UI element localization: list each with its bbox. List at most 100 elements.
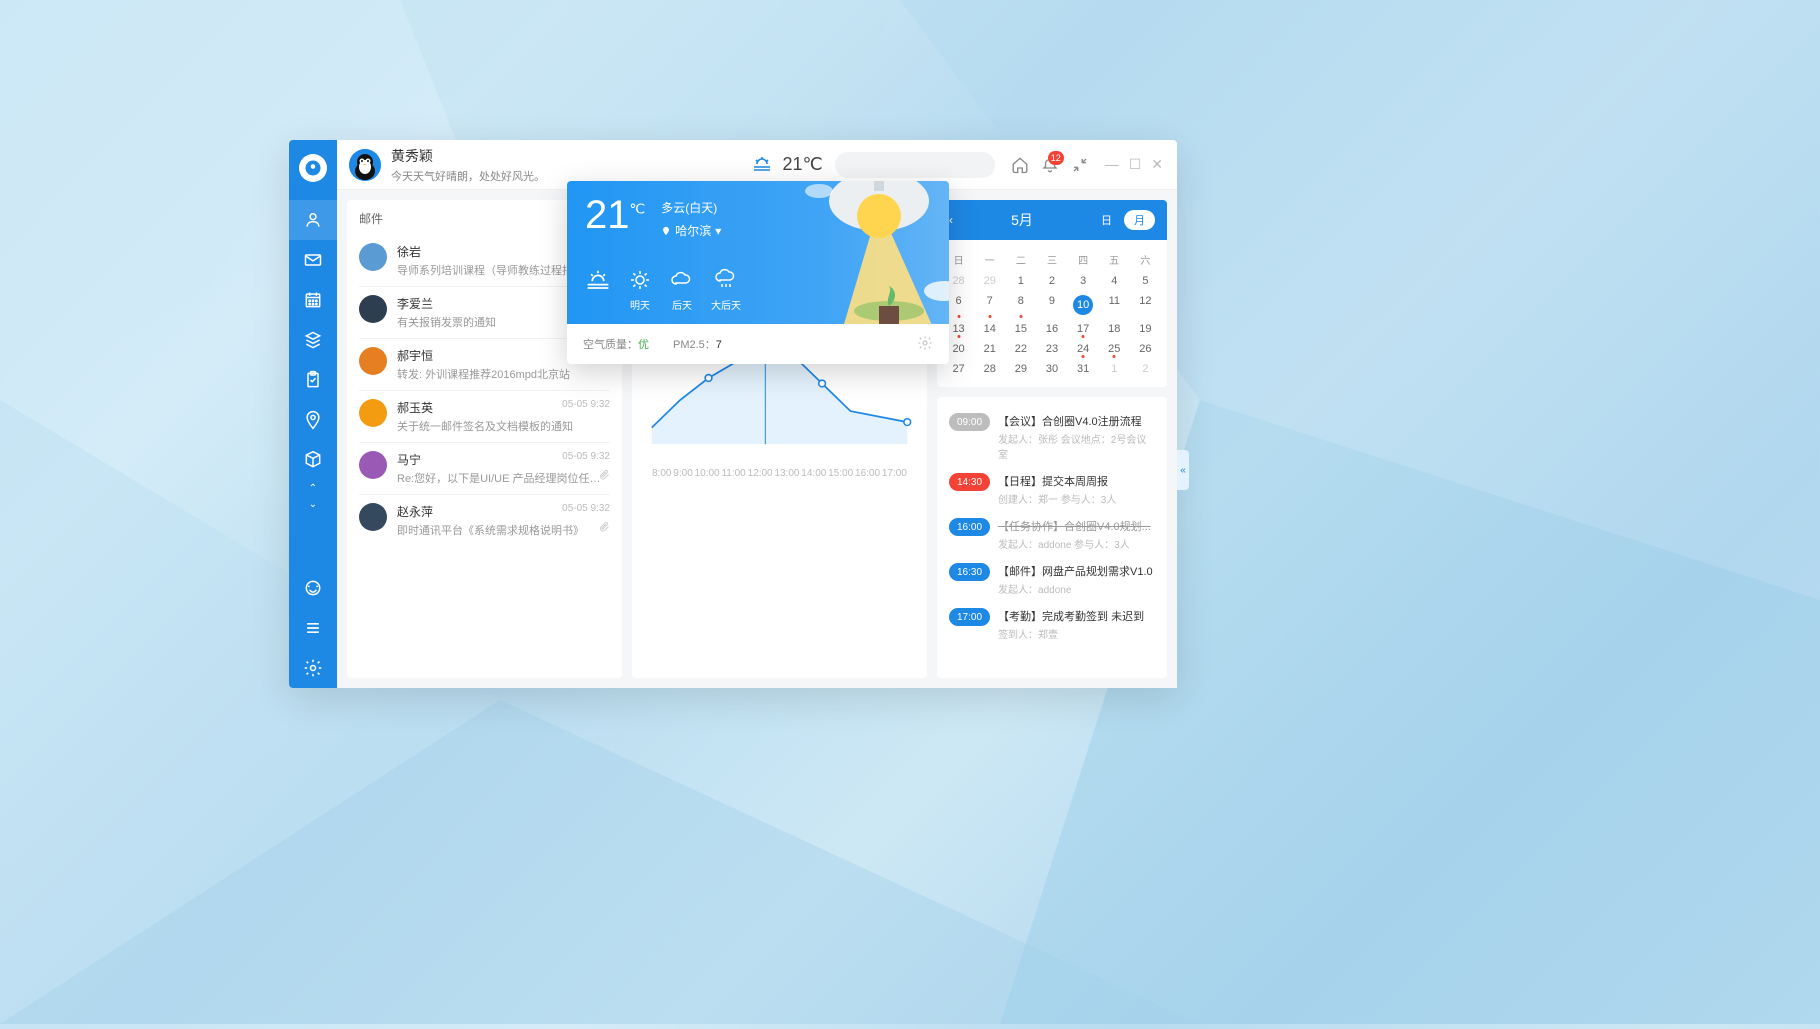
calendar-weekday: 三 xyxy=(1036,248,1067,271)
nav-contacts-icon[interactable] xyxy=(289,200,337,240)
notification-icon[interactable]: 12 xyxy=(1038,153,1062,177)
calendar-day[interactable]: 2 xyxy=(1130,359,1161,379)
sun-haze-icon xyxy=(583,265,613,295)
calendar-day[interactable]: 29 xyxy=(974,271,1005,291)
window-close-icon[interactable]: ✕ xyxy=(1151,156,1163,173)
nav-mail-icon[interactable] xyxy=(289,240,337,280)
calendar-day[interactable]: 18 xyxy=(1099,319,1130,339)
nav-settings-icon[interactable] xyxy=(289,648,337,688)
forecast-day-label: 明天 xyxy=(630,297,650,312)
home-icon[interactable] xyxy=(1008,153,1032,177)
calendar-day[interactable]: 14 xyxy=(974,319,1005,339)
agenda-item[interactable]: 09:00 【会议】合创圈V4.0注册流程 发起人：张彤 会议地点：2号会议室 xyxy=(949,407,1155,467)
mail-subject: 关于统一邮件签名及文档模板的通知 xyxy=(397,418,610,434)
weather-forecast-day[interactable]: 后天 xyxy=(669,267,695,312)
calendar-day[interactable]: 1 xyxy=(1099,359,1130,379)
calendar-day[interactable]: 11 xyxy=(1099,291,1130,319)
weather-location[interactable]: 哈尔滨 ▾ xyxy=(661,222,721,239)
nav-collapse-down-icon[interactable]: ⌄ xyxy=(289,496,337,512)
nav-clipboard-icon[interactable] xyxy=(289,360,337,400)
calendar-day[interactable]: 7 xyxy=(974,291,1005,319)
calendar-day[interactable]: 25 xyxy=(1099,339,1130,359)
mail-avatar xyxy=(359,451,387,479)
chart-x-label: 14:00 xyxy=(801,468,826,479)
calendar-day[interactable]: 17 xyxy=(1068,319,1099,339)
collapse-icon[interactable] xyxy=(1068,153,1092,177)
chart-x-label: 16:00 xyxy=(855,468,880,479)
weather-widget[interactable]: 21℃ xyxy=(750,153,822,177)
chart-x-label: 15:00 xyxy=(828,468,853,479)
window-maximize-icon[interactable]: ☐ xyxy=(1129,156,1142,173)
agenda-title: 【邮件】网盘产品规划需求V1.0 xyxy=(998,563,1155,579)
forecast-day-label: 大后天 xyxy=(711,297,741,312)
calendar-day[interactable]: 31 xyxy=(1068,359,1099,379)
cloud-rain-icon xyxy=(713,267,739,293)
nav-cube-icon[interactable] xyxy=(289,440,337,480)
weather-forecast-day[interactable]: 明天 xyxy=(627,267,653,312)
calendar-day[interactable]: 5 xyxy=(1130,271,1161,291)
agenda-item[interactable]: 16:00 【任务协作】合创圈V4.0规划... 发起人：addone 参与人：… xyxy=(949,512,1155,557)
mail-avatar xyxy=(359,503,387,531)
mail-item[interactable]: 马宁 Re:您好，以下是UI/UE 产品经理岗位任职标准 05-05 9:32 xyxy=(359,443,610,495)
calendar-weekday: 二 xyxy=(1005,248,1036,271)
agenda-item[interactable]: 16:30 【邮件】网盘产品规划需求V1.0 发起人：addone xyxy=(949,557,1155,602)
calendar-day[interactable]: 9 xyxy=(1036,291,1067,319)
weather-settings-icon[interactable] xyxy=(917,335,933,354)
app-logo[interactable] xyxy=(299,154,327,182)
calendar-day[interactable]: 2 xyxy=(1036,271,1067,291)
weather-pm25: PM2.5：7 xyxy=(673,336,722,352)
calendar-day[interactable]: 10 xyxy=(1068,291,1099,319)
agenda-time: 16:30 xyxy=(949,563,990,581)
weather-popover: 21℃ 多云(白天) 哈尔滨 ▾ 明天 后天 大后天 xyxy=(567,181,949,364)
calendar-day[interactable]: 21 xyxy=(974,339,1005,359)
calendar-day[interactable]: 28 xyxy=(974,359,1005,379)
calendar-day[interactable]: 4 xyxy=(1099,271,1130,291)
window-minimize-icon[interactable]: — xyxy=(1105,156,1119,173)
agenda-item[interactable]: 17:00 【考勤】完成考勤签到 未迟到 签到人：郑壹 xyxy=(949,602,1155,647)
weather-temp: 21℃ xyxy=(585,195,645,235)
agenda-time: 14:30 xyxy=(949,473,990,491)
calendar-day[interactable]: 8 xyxy=(1005,291,1036,319)
mail-time: 05-05 9:32 xyxy=(562,451,610,462)
mail-subject: Re:您好，以下是UI/UE 产品经理岗位任职标准 xyxy=(397,470,610,486)
header-temp: 21℃ xyxy=(782,154,822,175)
calendar-day[interactable]: 16 xyxy=(1036,319,1067,339)
calendar-day[interactable]: 24 xyxy=(1068,339,1099,359)
calendar-day[interactable]: 3 xyxy=(1068,271,1099,291)
weather-forecast-day[interactable] xyxy=(585,267,611,312)
calendar-day[interactable]: 19 xyxy=(1130,319,1161,339)
calendar-day[interactable]: 23 xyxy=(1036,339,1067,359)
agenda-meta: 发起人：addone xyxy=(998,581,1155,596)
mail-item[interactable]: 郝玉英 关于统一邮件签名及文档模板的通知 05-05 9:32 xyxy=(359,391,610,443)
nav-collapse-up-icon[interactable]: ⌃ xyxy=(289,480,337,496)
calendar-day[interactable]: 12 xyxy=(1130,291,1161,319)
calendar-day[interactable]: 15 xyxy=(1005,319,1036,339)
nav-location-icon[interactable] xyxy=(289,400,337,440)
calendar-day[interactable]: 30 xyxy=(1036,359,1067,379)
user-name: 黄秀颖 xyxy=(391,146,545,166)
nav-support-icon[interactable] xyxy=(289,568,337,608)
collapse-right-icon[interactable]: « xyxy=(1177,450,1189,490)
mail-item[interactable]: 赵永萍 即时通讯平台《系统需求规格说明书》 05-05 9:32 xyxy=(359,495,610,546)
search-box[interactable] xyxy=(835,152,995,178)
calendar-view-month[interactable]: 月 xyxy=(1124,210,1155,230)
user-avatar[interactable] xyxy=(349,149,381,181)
mail-subject: 即时通讯平台《系统需求规格说明书》 xyxy=(397,522,610,538)
calendar-day[interactable]: 1 xyxy=(1005,271,1036,291)
nav-calendar-icon[interactable] xyxy=(289,280,337,320)
search-input[interactable] xyxy=(845,158,1000,172)
nav-stack-icon[interactable] xyxy=(289,320,337,360)
agenda-title: 【会议】合创圈V4.0注册流程 xyxy=(998,413,1155,429)
weather-forecast-day[interactable]: 大后天 xyxy=(711,267,741,312)
chart-x-label: 12:00 xyxy=(748,468,773,479)
calendar-view-day[interactable]: 日 xyxy=(1091,210,1122,230)
calendar-day[interactable]: 26 xyxy=(1130,339,1161,359)
calendar-day[interactable]: 29 xyxy=(1005,359,1036,379)
agenda-item[interactable]: 14:30 【日程】提交本周周报 创建人：郑一 参与人：3人 xyxy=(949,467,1155,512)
agenda-meta: 发起人：addone 参与人：3人 xyxy=(998,536,1155,551)
nav-menu-icon[interactable] xyxy=(289,608,337,648)
weather-illustration xyxy=(779,181,949,324)
mail-avatar xyxy=(359,295,387,323)
calendar-panel: ‹ 5月 日 月 日一二三四五六282912345678910111213141… xyxy=(937,200,1167,387)
calendar-day[interactable]: 22 xyxy=(1005,339,1036,359)
